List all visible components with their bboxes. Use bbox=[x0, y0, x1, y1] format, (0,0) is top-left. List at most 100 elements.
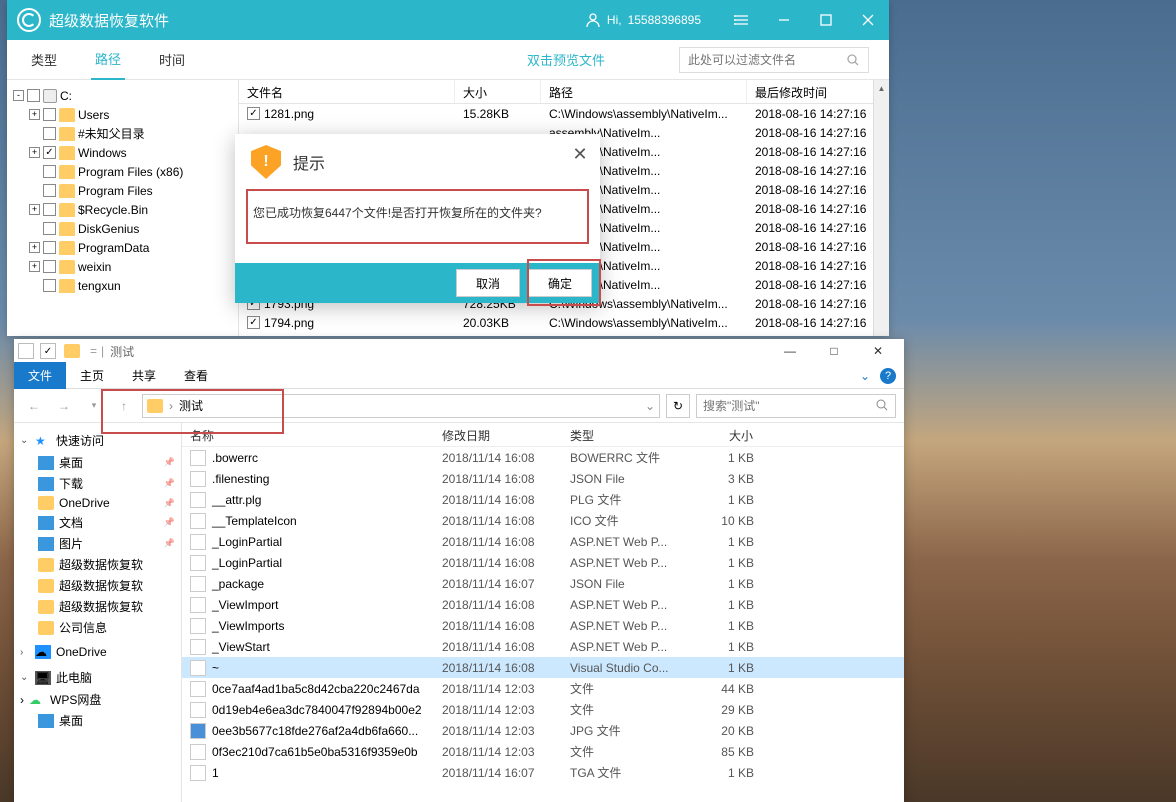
search-box[interactable] bbox=[696, 394, 896, 418]
qat-check-icon[interactable]: ✓ bbox=[40, 343, 56, 359]
scrollbar[interactable]: ▲ bbox=[873, 80, 889, 336]
tree-item[interactable]: +weixin bbox=[11, 257, 234, 276]
nav-back[interactable]: ← bbox=[22, 394, 46, 418]
refresh-button[interactable]: ↻ bbox=[666, 394, 690, 418]
col-size[interactable]: 大小 bbox=[682, 423, 762, 446]
list-item[interactable]: _LoginPartial2018/11/14 16:08ASP.NET Web… bbox=[182, 552, 904, 573]
nav-folder[interactable]: 公司信息 bbox=[14, 617, 181, 638]
tree-toggle-icon[interactable]: - bbox=[13, 90, 24, 101]
list-item[interactable]: _ViewStart2018/11/14 16:08ASP.NET Web P.… bbox=[182, 636, 904, 657]
tab-time[interactable]: 时间 bbox=[155, 40, 189, 79]
row-checkbox[interactable]: ✓ bbox=[247, 107, 260, 120]
nav-onedrive-group[interactable]: ›☁OneDrive bbox=[14, 642, 181, 662]
nav-wps[interactable]: ›☁WPS网盘 bbox=[14, 689, 181, 710]
tree-toggle-icon[interactable]: + bbox=[29, 204, 40, 215]
tree-item[interactable]: #未知父目录 bbox=[11, 124, 234, 143]
dialog-close-button[interactable]: ✕ bbox=[568, 142, 592, 166]
nav-desktop2[interactable]: 桌面 bbox=[14, 710, 181, 731]
tree-item[interactable]: -C: bbox=[11, 86, 234, 105]
nav-fwd[interactable]: → bbox=[52, 394, 76, 418]
tree-checkbox[interactable] bbox=[43, 127, 56, 140]
tab-path[interactable]: 路径 bbox=[91, 39, 125, 80]
tree-toggle-icon[interactable]: + bbox=[29, 109, 40, 120]
tree-toggle-icon[interactable]: + bbox=[29, 147, 40, 158]
tab-type[interactable]: 类型 bbox=[27, 40, 61, 79]
user-info[interactable]: Hi,15588396895 bbox=[585, 12, 701, 28]
col-size[interactable]: 大小 bbox=[455, 80, 541, 103]
col-path[interactable]: 路径 bbox=[541, 80, 747, 103]
tree-item[interactable]: tengxun bbox=[11, 276, 234, 295]
list-item[interactable]: 0ce7aaf4ad1ba5c8d42cba220c2467da2018/11/… bbox=[182, 678, 904, 699]
tree-item[interactable]: +✓Windows bbox=[11, 143, 234, 162]
list-item[interactable]: _ViewImport2018/11/14 16:08ASP.NET Web P… bbox=[182, 594, 904, 615]
ribbon-share[interactable]: 共享 bbox=[118, 362, 170, 389]
nav-pictures[interactable]: 图片 bbox=[14, 533, 181, 554]
close-button[interactable] bbox=[847, 0, 889, 40]
ribbon-file[interactable]: 文件 bbox=[14, 362, 66, 389]
list-item[interactable]: 0f3ec210d7ca61b5e0ba5316f9359e0b2018/11/… bbox=[182, 741, 904, 762]
filter-input[interactable] bbox=[688, 53, 846, 67]
explorer-close[interactable]: ✕ bbox=[856, 339, 900, 363]
tree-item[interactable]: Program Files (x86) bbox=[11, 162, 234, 181]
tree-checkbox[interactable] bbox=[43, 279, 56, 292]
col-mtime[interactable]: 最后修改时间 bbox=[747, 80, 889, 103]
list-item[interactable]: 12018/11/14 16:07TGA 文件1 KB bbox=[182, 762, 904, 783]
list-item[interactable]: _LoginPartial2018/11/14 16:08ASP.NET Web… bbox=[182, 531, 904, 552]
nav-folder[interactable]: 超级数据恢复软 bbox=[14, 596, 181, 617]
list-item[interactable]: .filenesting2018/11/14 16:08JSON File3 K… bbox=[182, 468, 904, 489]
nav-documents[interactable]: 文档 bbox=[14, 512, 181, 533]
tree-item[interactable]: +$Recycle.Bin bbox=[11, 200, 234, 219]
list-item[interactable]: _ViewImports2018/11/14 16:08ASP.NET Web … bbox=[182, 615, 904, 636]
nav-up[interactable]: ↑ bbox=[112, 394, 136, 418]
scroll-up-icon[interactable]: ▲ bbox=[874, 80, 889, 96]
tree-item[interactable]: Program Files bbox=[11, 181, 234, 200]
list-item[interactable]: __TemplateIcon2018/11/14 16:08ICO 文件10 K… bbox=[182, 510, 904, 531]
tree-toggle-icon[interactable]: + bbox=[29, 261, 40, 272]
tree-checkbox[interactable] bbox=[43, 184, 56, 197]
cancel-button[interactable]: 取消 bbox=[456, 269, 520, 297]
address-bar[interactable]: › 测试 ⌄ bbox=[142, 394, 660, 418]
help-icon[interactable]: ? bbox=[880, 368, 896, 384]
list-item[interactable]: 0d19eb4e6ea3dc7840047f92894b00e22018/11/… bbox=[182, 699, 904, 720]
list-item[interactable]: .bowerrc2018/11/14 16:08BOWERRC 文件1 KB bbox=[182, 447, 904, 468]
tree-checkbox[interactable] bbox=[43, 203, 56, 216]
ok-button[interactable]: 确定 bbox=[528, 269, 592, 297]
tree-checkbox[interactable]: ✓ bbox=[43, 146, 56, 159]
nav-quick-access[interactable]: ⌄★快速访问 bbox=[14, 429, 181, 452]
col-type[interactable]: 类型 bbox=[562, 423, 682, 446]
nav-desktop[interactable]: 桌面 bbox=[14, 452, 181, 473]
ribbon-expand-icon[interactable]: ⌄ bbox=[860, 369, 870, 383]
list-item[interactable]: ~2018/11/14 16:08Visual Studio Co...1 KB bbox=[182, 657, 904, 678]
tree-checkbox[interactable] bbox=[43, 241, 56, 254]
nav-thispc[interactable]: ⌄🖥此电脑 bbox=[14, 666, 181, 689]
nav-downloads[interactable]: 下载 bbox=[14, 473, 181, 494]
list-item[interactable]: 0ee3b5677c18fde276af2a4db6fa660...2018/1… bbox=[182, 720, 904, 741]
table-row[interactable]: ✓1281.png15.28KBC:\Windows\assembly\Nati… bbox=[239, 104, 889, 123]
tree-checkbox[interactable] bbox=[43, 165, 56, 178]
col-name[interactable]: 文件名 bbox=[239, 80, 455, 103]
list-item[interactable]: _package2018/11/14 16:07JSON File1 KB bbox=[182, 573, 904, 594]
menu-icon[interactable] bbox=[721, 0, 763, 40]
nav-recent[interactable]: ▾ bbox=[82, 394, 106, 418]
col-date[interactable]: 修改日期 bbox=[434, 423, 562, 446]
tree-item[interactable]: DiskGenius bbox=[11, 219, 234, 238]
maximize-button[interactable] bbox=[805, 0, 847, 40]
breadcrumb[interactable]: 测试 bbox=[179, 397, 203, 414]
nav-pane[interactable]: ⌄★快速访问 桌面 下载 OneDrive 文档 图片 超级数据恢复软 超级数据… bbox=[14, 423, 182, 802]
qat-prop-icon[interactable] bbox=[18, 343, 34, 359]
tree-checkbox[interactable] bbox=[43, 260, 56, 273]
filter-box[interactable] bbox=[679, 47, 869, 73]
ribbon-home[interactable]: 主页 bbox=[66, 362, 118, 389]
tree-item[interactable]: +ProgramData bbox=[11, 238, 234, 257]
tree-checkbox[interactable] bbox=[43, 108, 56, 121]
list-item[interactable]: __attr.plg2018/11/14 16:08PLG 文件1 KB bbox=[182, 489, 904, 510]
tree-item[interactable]: +Users bbox=[11, 105, 234, 124]
search-input[interactable] bbox=[703, 399, 876, 413]
table-row[interactable]: ✓1794.png20.03KBC:\Windows\assembly\Nati… bbox=[239, 313, 889, 332]
nav-folder[interactable]: 超级数据恢复软 bbox=[14, 554, 181, 575]
explorer-maximize[interactable]: □ bbox=[812, 339, 856, 363]
row-checkbox[interactable]: ✓ bbox=[247, 316, 260, 329]
ribbon-view[interactable]: 查看 bbox=[170, 362, 222, 389]
folder-tree[interactable]: -C:+Users#未知父目录+✓WindowsProgram Files (x… bbox=[7, 80, 239, 336]
nav-folder[interactable]: 超级数据恢复软 bbox=[14, 575, 181, 596]
